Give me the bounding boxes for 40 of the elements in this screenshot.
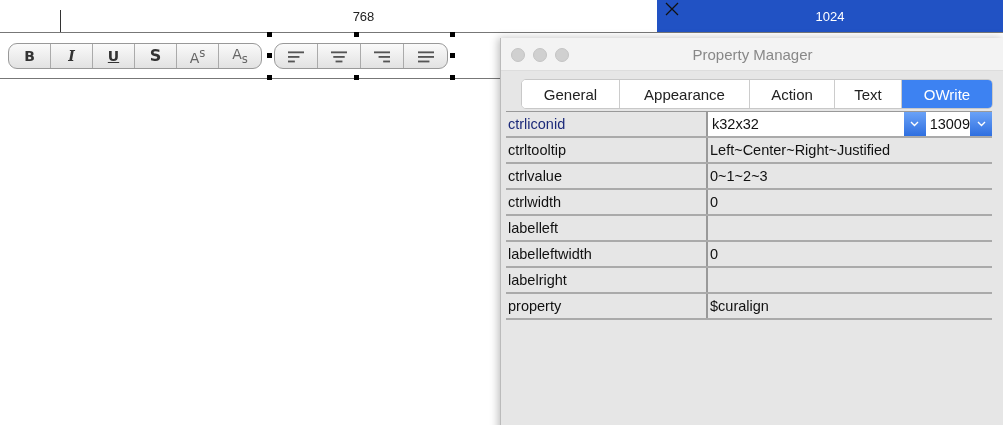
selection-handle[interactable]: [354, 74, 359, 80]
format-button[interactable]: A$^{s}$: [177, 43, 219, 68]
selection-handle[interactable]: [267, 52, 272, 58]
format-button[interactable]: A$_{s}$: [219, 43, 261, 68]
align-justify-icon: [417, 48, 434, 63]
selection-handle[interactable]: [450, 52, 455, 58]
property-value[interactable]: 0~1~2~3: [708, 164, 992, 188]
dropdown-field[interactable]: k32x32: [708, 112, 926, 136]
tab[interactable]: OWrite: [902, 80, 992, 108]
chevron-down-icon: [976, 121, 986, 127]
selection-handle[interactable]: [267, 31, 272, 37]
ruler-label: 768: [352, 8, 375, 24]
selection-handle[interactable]: [450, 74, 455, 80]
property-name[interactable]: ctrlwidth: [506, 190, 708, 214]
window-title: Property Manager: [692, 45, 813, 63]
tab[interactable]: General: [522, 80, 620, 108]
selection-handle[interactable]: [354, 31, 359, 37]
align-left-icon: [288, 48, 304, 63]
align-right-icon: [374, 48, 390, 63]
property-name[interactable]: ctrlvalue: [506, 164, 708, 188]
dropdown-field[interactable]: 13009: [925, 112, 992, 136]
format-button[interactable]: I: [51, 43, 93, 68]
property-name[interactable]: labelleftwidth: [506, 242, 708, 266]
selection-handle[interactable]: [267, 74, 272, 80]
close-icon[interactable]: [665, 2, 679, 16]
property-value[interactable]: 0: [708, 242, 992, 266]
property-value[interactable]: 0: [708, 190, 992, 214]
property-value[interactable]: Left~Center~Right~Justified: [708, 138, 992, 162]
format-button[interactable]: S: [135, 43, 177, 68]
property-name[interactable]: ctrltooltip: [506, 138, 708, 162]
format-button[interactable]: B: [9, 43, 51, 68]
ruler-label: 1024: [815, 8, 845, 24]
property-name[interactable]: labelright: [506, 268, 708, 292]
align-center-icon: [331, 48, 347, 63]
chevron-down-icon: [910, 121, 920, 127]
selection-handle[interactable]: [450, 31, 455, 37]
property-name[interactable]: labelleft: [506, 216, 708, 240]
property-value[interactable]: $curalign: [708, 294, 992, 318]
format-button[interactable]: U: [93, 43, 135, 68]
property-name[interactable]: property: [506, 294, 708, 318]
